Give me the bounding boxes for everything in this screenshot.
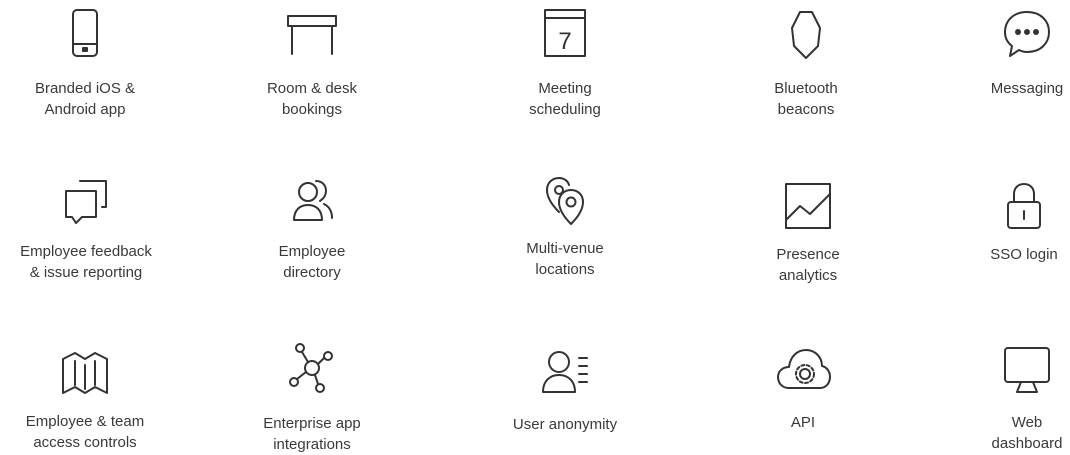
location-pins-icon <box>537 172 593 228</box>
mobile-phone-icon <box>57 6 113 62</box>
chat-bubble-icon <box>999 6 1055 62</box>
feature-label: Meeting scheduling <box>529 80 601 118</box>
feature-label: API <box>790 414 816 431</box>
lock-icon <box>996 178 1052 234</box>
cloud-gear-icon <box>775 342 831 398</box>
feature-label: Multi-venue locations <box>526 240 604 278</box>
desk-icon <box>284 6 340 62</box>
feature-label: Employee directory <box>278 243 346 281</box>
calendar-icon: 7 <box>537 6 593 62</box>
feature-presence-analytics: Presence analytics <box>713 178 903 298</box>
analytics-chart-icon <box>780 178 836 234</box>
feature-user-anonymity: User anonymity <box>470 344 660 454</box>
network-icon <box>284 340 340 396</box>
feature-employee-directory: Employee directory <box>217 172 407 292</box>
feature-label: Enterprise app integrations <box>263 415 361 453</box>
feature-multi-venue: Multi-venue locations <box>470 172 660 292</box>
feature-label: User anonymity <box>512 416 618 433</box>
people-icon <box>284 172 340 228</box>
feature-label: Room & desk bookings <box>266 80 358 118</box>
feature-bluetooth-beacons: Bluetooth beacons <box>711 6 901 126</box>
feature-branded-app: Branded iOS & Android app <box>0 6 180 126</box>
feedback-icon <box>58 175 114 231</box>
feature-enterprise-integrations: Enterprise app integrations <box>217 340 407 455</box>
feature-room-desk-bookings: Room & desk bookings <box>217 6 407 126</box>
map-icon <box>57 345 113 401</box>
feature-messaging: Messaging <box>932 6 1070 126</box>
feature-label: SSO login <box>990 246 1058 263</box>
feature-label: Bluetooth beacons <box>774 80 838 118</box>
feature-label: Messaging <box>990 80 1064 97</box>
feature-label: Employee feedback & issue reporting <box>20 243 152 281</box>
user-anonymity-icon <box>537 344 593 400</box>
feature-label: Employee & team access controls <box>25 413 145 451</box>
feature-sso-login: SSO login <box>929 178 1070 298</box>
feature-employee-feedback: Employee feedback & issue reporting <box>0 175 181 295</box>
beacon-icon <box>778 6 834 62</box>
feature-access-controls: Employee & team access controls <box>0 345 180 455</box>
monitor-icon <box>999 342 1055 398</box>
feature-label: Presence analytics <box>776 246 840 284</box>
feature-api: API <box>708 342 898 452</box>
feature-meeting-scheduling: 7 Meeting scheduling <box>470 6 660 126</box>
feature-web-dashboard: Web dashboard <box>932 342 1070 455</box>
feature-label: Branded iOS & Android app <box>34 80 136 118</box>
feature-label: Web dashboard <box>991 414 1063 452</box>
calendar-day: 7 <box>558 28 571 55</box>
